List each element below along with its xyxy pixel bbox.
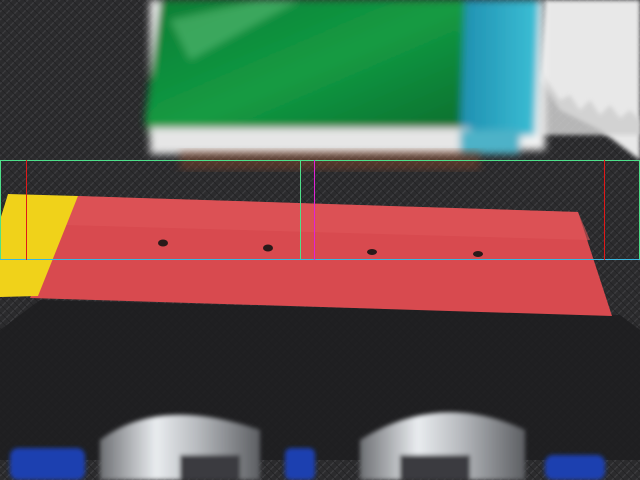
scene-image <box>0 0 640 480</box>
green-box-object <box>145 0 545 154</box>
dark-tape <box>0 300 640 460</box>
camera-frame <box>0 0 640 480</box>
